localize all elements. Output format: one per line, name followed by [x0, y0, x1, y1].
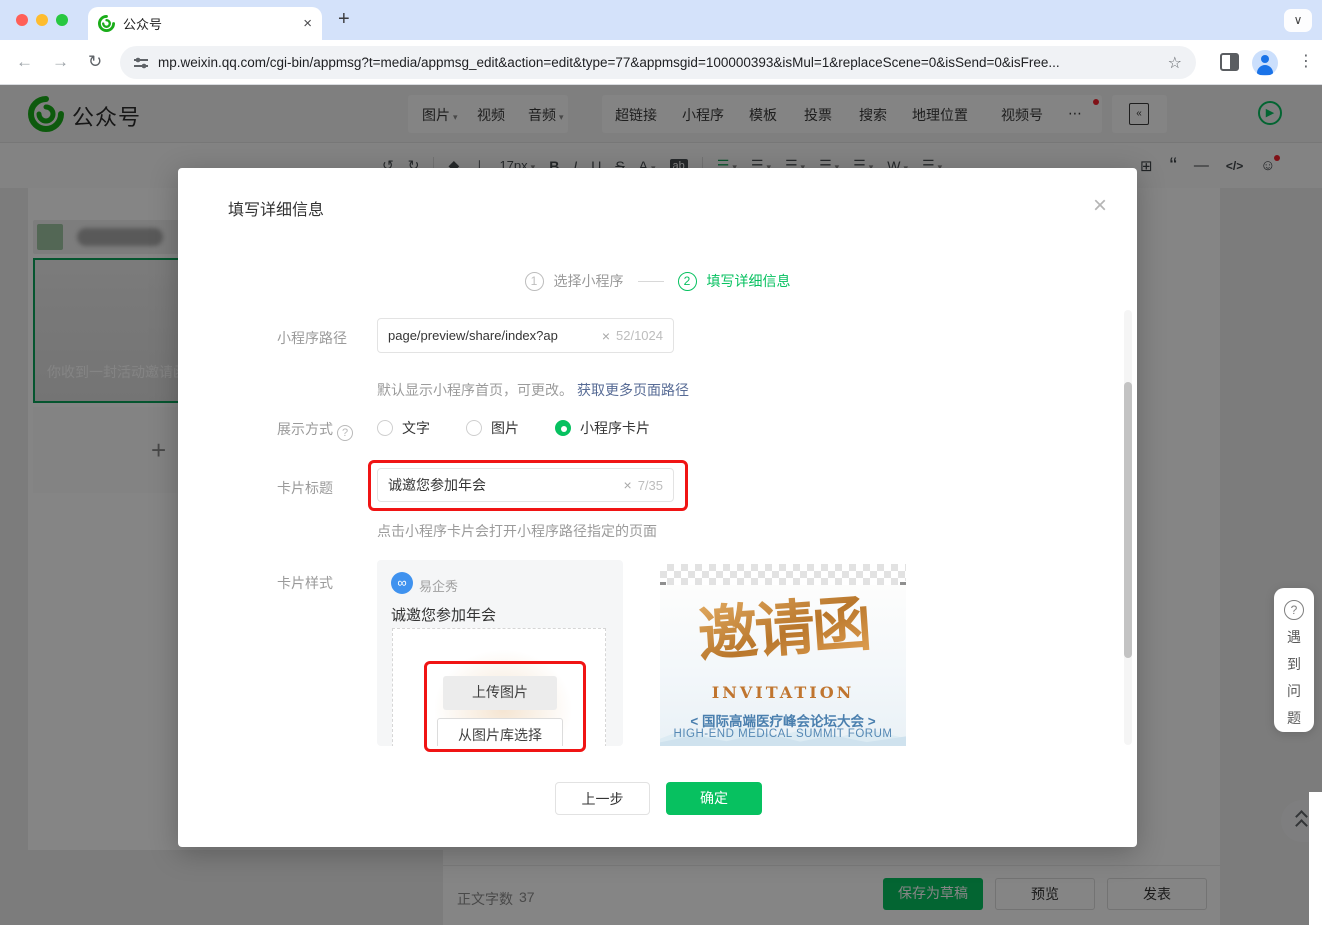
- card-title-input-wrap: × 7/35: [377, 468, 674, 502]
- wechat-mp-favicon: [98, 15, 115, 32]
- card-title-helper: 点击小程序卡片会打开小程序路径指定的页面: [377, 521, 657, 541]
- miniprogram-card-preview: ∞ 易企秀 诚邀您参加年会 上传图片 从图片库选择: [377, 560, 623, 746]
- radio-miniprogram-card[interactable]: 小程序卡片: [555, 418, 650, 438]
- window-close-button[interactable]: [16, 14, 28, 26]
- path-helper: 默认显示小程序首页，可更改。获取更多页面路径: [377, 380, 689, 400]
- screen: 公众号 × + ∨ ← → ↻ mp.weixin.qq.com/cgi-bin…: [0, 0, 1322, 925]
- url-text[interactable]: mp.weixin.qq.com/cgi-bin/appmsg?t=media/…: [158, 55, 1160, 70]
- page-scrollbar-area[interactable]: [1309, 792, 1322, 925]
- url-bar[interactable]: mp.weixin.qq.com/cgi-bin/appmsg?t=media/…: [120, 46, 1196, 79]
- help-question-icon: ?: [1284, 600, 1304, 620]
- step1-circle: 1: [525, 272, 544, 291]
- path-input[interactable]: [388, 328, 600, 343]
- tab-search-chevron-icon[interactable]: ∨: [1284, 9, 1312, 32]
- site-settings-icon[interactable]: [134, 56, 148, 70]
- card-title-label: 卡片标题: [277, 478, 333, 498]
- invitation-artwork: 邀请函 INVITATION < 国际高端医疗峰会论坛大会 > HIGH-END…: [660, 585, 906, 746]
- get-more-paths-link[interactable]: 获取更多页面路径: [577, 382, 689, 398]
- help-label-char: 题: [1274, 708, 1314, 728]
- dialog-close-icon[interactable]: ×: [1093, 192, 1107, 220]
- browser-navbar: ← → ↻ mp.weixin.qq.com/cgi-bin/appmsg?t=…: [0, 40, 1322, 85]
- help-widget[interactable]: ? 遇 到 问 题: [1274, 588, 1314, 732]
- card-style-label: 卡片样式: [277, 573, 333, 593]
- step1-label: 选择小程序: [554, 271, 624, 291]
- new-tab-button[interactable]: +: [338, 8, 350, 31]
- step2-label: 填写详细信息: [707, 271, 791, 291]
- back-icon[interactable]: ←: [16, 52, 33, 72]
- display-mode-options: 文字 图片 小程序卡片: [377, 418, 650, 438]
- invitation-line2: HIGH-END MEDICAL SUMMIT FORUM: [660, 728, 906, 740]
- bookmark-star-icon[interactable]: ☆: [1168, 53, 1182, 73]
- forward-icon[interactable]: →: [52, 52, 69, 72]
- invitation-line1: < 国际高端医疗峰会论坛大会 >: [660, 710, 906, 730]
- path-counter: 52/1024: [616, 328, 663, 343]
- side-panel-icon[interactable]: [1220, 53, 1239, 71]
- invitation-title-en: INVITATION: [660, 683, 906, 702]
- clear-icon[interactable]: ×: [602, 328, 610, 344]
- tab-close-icon[interactable]: ×: [303, 15, 312, 32]
- radio-icon: [466, 420, 482, 436]
- clear-icon[interactable]: ×: [624, 477, 632, 493]
- upload-image-button[interactable]: 上传图片: [443, 676, 557, 710]
- app-logo-icon: ∞: [391, 572, 413, 594]
- dialog-title: 填写详细信息: [228, 196, 324, 220]
- reload-icon[interactable]: ↻: [88, 52, 102, 72]
- browser-tab-strip: 公众号 × + ∨: [0, 0, 1322, 40]
- browser-menu-icon[interactable]: ⋮: [1298, 51, 1314, 71]
- help-label-char: 遇: [1274, 627, 1314, 647]
- confirm-button[interactable]: 确定: [666, 782, 762, 815]
- miniprogram-detail-dialog: 填写详细信息 × 1 选择小程序 2 填写详细信息 小程序路径 × 52/102…: [178, 168, 1137, 847]
- help-label-char: 问: [1274, 681, 1314, 701]
- card-preview-title: 诚邀您参加年会: [391, 604, 496, 625]
- window-minimize-button[interactable]: [36, 14, 48, 26]
- browser-tab[interactable]: 公众号 ×: [88, 7, 322, 40]
- card-title-input[interactable]: [388, 477, 622, 493]
- step2-circle: 2: [678, 272, 697, 291]
- radio-selected-icon: [555, 420, 571, 436]
- help-label-char: 到: [1274, 654, 1314, 674]
- radio-image[interactable]: 图片: [466, 418, 519, 438]
- app-name: 易企秀: [419, 576, 458, 595]
- modal-scrollbar-thumb[interactable]: [1124, 382, 1132, 658]
- invitation-preview-image[interactable]: 邀请函 INVITATION < 国际高端医疗峰会论坛大会 > HIGH-END…: [660, 564, 906, 746]
- choose-from-library-button[interactable]: 从图片库选择: [437, 718, 563, 746]
- step-indicator: 1 选择小程序 2 填写详细信息: [178, 271, 1137, 291]
- help-circle-icon[interactable]: ?: [337, 425, 353, 441]
- profile-avatar[interactable]: [1252, 50, 1278, 76]
- previous-step-button[interactable]: 上一步: [555, 782, 650, 815]
- path-label: 小程序路径: [277, 328, 347, 348]
- invitation-title-zh: 邀请函: [660, 573, 906, 677]
- tab-title: 公众号: [123, 14, 303, 33]
- step-connector: [638, 281, 664, 282]
- radio-icon: [377, 420, 393, 436]
- radio-text[interactable]: 文字: [377, 418, 430, 438]
- window-zoom-button[interactable]: [56, 14, 68, 26]
- path-input-wrap: × 52/1024: [377, 318, 674, 353]
- display-mode-label: 展示方式?: [277, 419, 353, 441]
- step2: 2 填写详细信息: [678, 271, 791, 291]
- card-title-counter: 7/35: [638, 478, 663, 493]
